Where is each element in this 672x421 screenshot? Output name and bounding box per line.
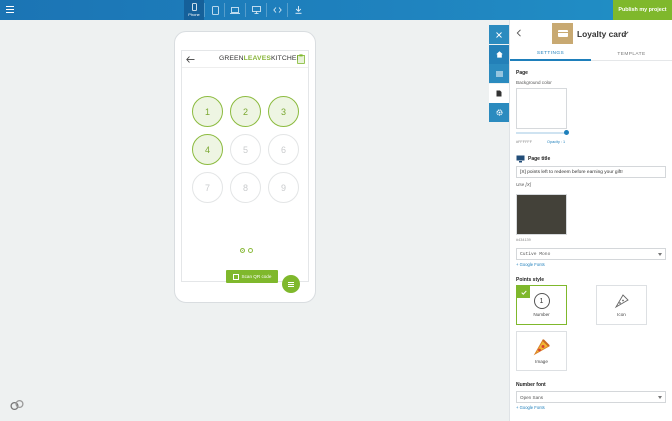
menu-icon[interactable] [6,6,14,13]
number-preview: 1 [533,293,550,309]
logo-text-leaves: LEAVES [243,55,271,62]
code-icon [272,7,282,13]
phone-icon [191,3,197,11]
pizza-outline-icon [614,294,629,309]
goodbarber-logo-icon [10,399,24,411]
desktop-icon [251,6,261,14]
settings-panel: Loyalty card SETTINGS TEMPLATE Page Back… [509,20,672,421]
background-color-swatch[interactable] [516,88,567,129]
page-icon [496,90,502,96]
close-button[interactable] [489,25,509,44]
chevron-down-icon [658,396,662,399]
laptop-icon [230,6,240,14]
list-icon [495,71,503,76]
app-navbar: GREENLEAVESKITCHEN [182,51,308,68]
google-fonts-link[interactable]: + Google Fonts [516,262,545,267]
top-bar: phone Phone Publish my project [0,0,672,20]
panel-title: Loyalty card [577,29,627,39]
title-font-select[interactable]: Cutive Mono [516,248,666,260]
google-fonts-link-2[interactable]: + Google Fonts [516,405,545,410]
phone-screen: GREENLEAVESKITCHEN 123 456 789 Scan QR cod… [181,50,309,283]
notepad-icon[interactable] [297,54,305,64]
page-section-title: Page [516,70,528,76]
opacity-slider-handle[interactable] [564,130,569,135]
stamp-8: 8 [230,172,261,203]
style-option-number[interactable]: 1 Number [516,285,567,325]
device-label: Phone [188,12,200,17]
page-button[interactable] [489,83,509,103]
page-title-label: Page title [528,156,551,162]
background-color-label: Background color [516,80,552,85]
tablet-icon [211,5,219,15]
checkmark-icon [517,286,530,298]
stamp-3: 3 [268,96,299,127]
page-dot[interactable] [248,248,253,253]
chevron-left-icon[interactable] [516,29,522,37]
placeholder-hint: Use [X] [516,182,532,187]
style-option-icon[interactable]: Icon [596,285,647,325]
tab-template[interactable]: TEMPLATE [591,47,672,61]
monitor-icon [516,155,525,163]
chevron-down-icon [658,253,662,256]
opacity-value: Opacity : 1 [547,140,566,144]
tab-settings[interactable]: SETTINGS [510,47,591,61]
panel-header: Loyalty card [510,20,672,47]
vertical-toolbar [489,25,509,122]
download-button[interactable] [288,0,308,20]
publish-button[interactable]: Publish my project [613,0,672,20]
stamp-5: 5 [230,134,261,165]
stamp-7: 7 [192,172,223,203]
stamp-4: 4 [192,134,223,165]
style-icon-label: Icon [617,312,626,317]
loyalty-card-thumbnail [552,23,573,44]
stamp-1: 1 [192,96,223,127]
gear-icon [495,109,503,116]
code-button[interactable] [267,0,287,20]
points-style-label: Points style [516,277,545,283]
scan-qr-label: Scan QR code [241,274,272,279]
download-icon [295,6,301,14]
list-button[interactable] [489,64,509,83]
opacity-slider-track[interactable] [516,132,568,134]
qr-code-icon [232,273,239,280]
stamp-9: 9 [268,172,299,203]
pencil-icon[interactable] [623,31,629,37]
background-hex-value: #FFFFFF [516,140,533,144]
device-tablet-button[interactable] [205,0,225,20]
settings-button[interactable] [489,103,509,122]
title-color-hex: #434139 [516,238,531,242]
home-button[interactable] [489,44,509,64]
page-title-input[interactable]: [X] points left to redeem before earning… [516,166,666,178]
style-number-label: Number [533,312,550,317]
number-font-label: Number font [516,382,546,388]
page-dot-active[interactable] [240,248,245,253]
floating-menu-button[interactable] [282,275,300,293]
close-icon [496,31,502,38]
panel-tabs: SETTINGS TEMPLATE [510,47,672,61]
card-icon [557,30,568,37]
back-arrow-icon[interactable] [186,55,195,64]
scan-qr-button[interactable]: Scan QR code [226,270,278,283]
number-font-select[interactable]: Open Sans [516,391,666,403]
pizza-image-icon [533,339,550,356]
preview-canvas: GREENLEAVESKITCHEN 123 456 789 Scan QR cod… [0,20,489,421]
device-laptop-button[interactable] [225,0,245,20]
stamp-2: 2 [230,96,261,127]
title-color-swatch[interactable] [516,194,567,235]
logo-text-green: GREEN [219,55,244,62]
device-phone-button[interactable]: phone Phone [184,0,204,20]
number-font-value: Open Sans [520,394,543,400]
style-option-image[interactable]: Image [516,331,567,371]
home-icon [495,50,503,58]
style-image-label: Image [535,359,548,364]
phone-frame: GREENLEAVESKITCHEN 123 456 789 Scan QR cod… [174,31,316,303]
device-desktop-button[interactable] [246,0,266,20]
menu-icon [288,283,294,285]
title-font-value: Cutive Mono [520,251,551,257]
stamp-6: 6 [268,134,299,165]
brand-logo: GREENLEAVESKITCHEN [219,55,302,62]
